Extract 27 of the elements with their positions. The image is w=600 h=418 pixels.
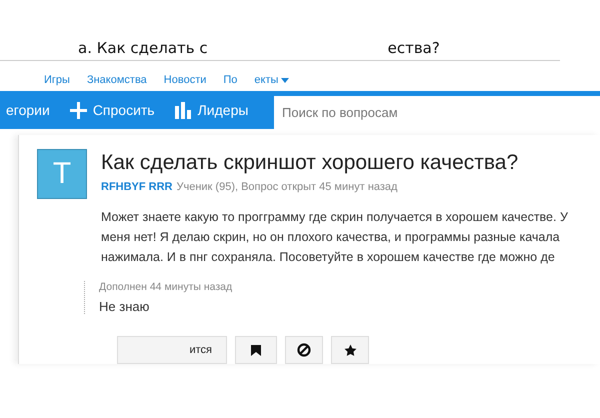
addition-text: Не знаю [99, 299, 150, 314]
report-button[interactable] [285, 336, 323, 364]
star-icon [344, 344, 356, 356]
nav-link[interactable]: По [223, 69, 238, 91]
bookmark-icon [251, 344, 261, 356]
question-title: Как сделать скриншот хорошего качества? [101, 150, 520, 176]
question-meta: Ученик (95), Вопрос открыт 45 минут назад [176, 181, 398, 193]
page-title-fragment: а. Как сделать с [78, 39, 208, 57]
toolbar-link[interactable]: Лидеры [174, 102, 248, 118]
search-field[interactable]: Поиск по вопросам [274, 96, 600, 129]
ban-icon [297, 343, 311, 357]
bookmark-button[interactable] [235, 336, 277, 364]
nav-link[interactable]: Новости [164, 69, 206, 91]
nav-link[interactable]: екты [254, 69, 290, 91]
page-title-fragment: ества? [388, 39, 440, 57]
author-link[interactable]: RFHBYF RRR [101, 181, 172, 193]
nav-link[interactable]: Знакомства [86, 69, 147, 91]
like-button[interactable]: ится [117, 336, 227, 364]
nav-link[interactable]: Игры [44, 69, 70, 91]
bar-chart-icon [174, 102, 192, 118]
avatar-letter: T [37, 149, 87, 199]
plus-icon [70, 102, 87, 118]
addition-time: Дополнен 44 минуты назад [99, 281, 234, 293]
favorite-button[interactable] [331, 336, 369, 364]
toolbar-link[interactable]: егории [6, 102, 50, 118]
question-text: Может знаете какую то прогграмму где скрин получается в хорошем качестве. У меня нет! Я делаю скрин, но он плохого качества, и программы разные качала нажимала. И в пнг сохраняла. Посоветуйте в хорошем качестве где можно де [101, 209, 569, 266]
toolbar-link[interactable]: Спросить [70, 102, 155, 118]
